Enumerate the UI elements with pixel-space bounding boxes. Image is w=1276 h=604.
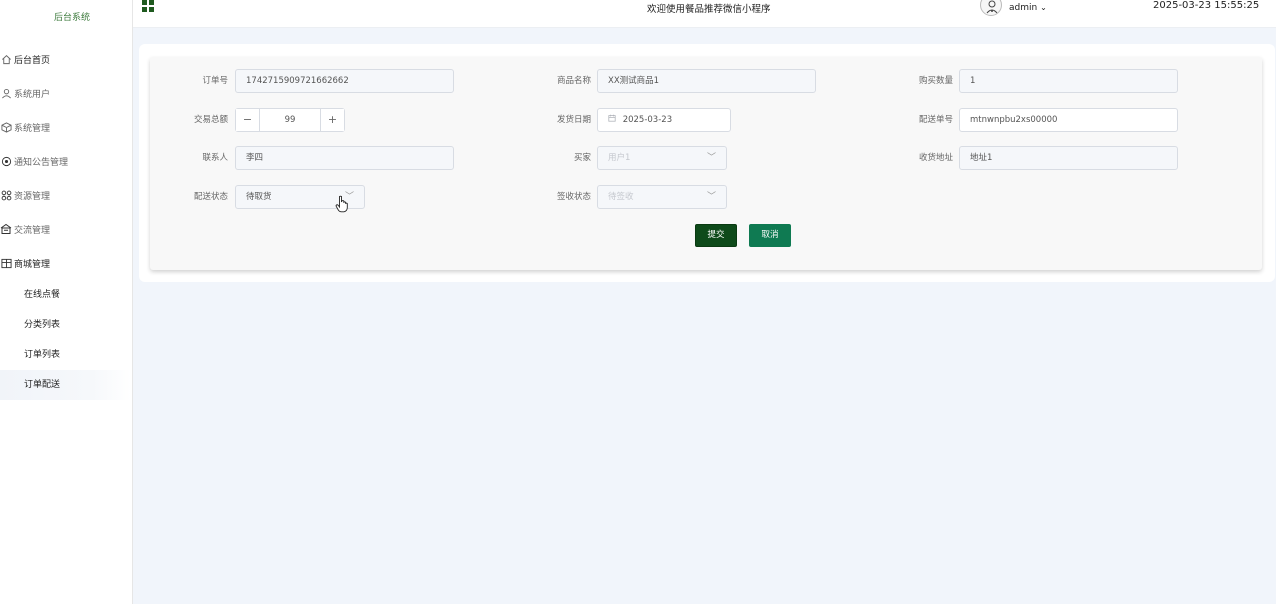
brand-title: 后台系统	[53, 13, 90, 23]
delivery-form: 订单号 1742715909721662662 商品名称 XX测试商品1 购买数…	[150, 57, 1262, 270]
menu-toggle-icon[interactable]	[142, 0, 155, 13]
sidebar-subitem-online-order[interactable]: 在线点餐	[0, 280, 132, 310]
sidebar-item-label: 交流管理	[14, 225, 51, 236]
delivery-status-label: 配送状态	[193, 192, 228, 202]
sidebar-item-label: 系统用户	[14, 89, 51, 100]
total-amount-label: 交易总额	[193, 115, 228, 125]
calendar-icon	[608, 114, 619, 125]
sign-status-label: 签收状态	[556, 192, 591, 202]
contact-input[interactable]: 李四	[235, 146, 454, 170]
sidebar-item-communication-management[interactable]: 交流管理	[0, 212, 132, 246]
current-datetime: 2025-03-23 15:55:25	[1153, 0, 1260, 11]
top-bar: 欢迎使用餐品推荐微信小程序 admin ⌄ 2025-03-23 15:55:2…	[133, 0, 1276, 28]
tracking-no-label: 配送单号	[918, 115, 953, 125]
sidebar-item-resource-management[interactable]: 资源管理	[0, 178, 132, 212]
target-icon	[0, 155, 12, 167]
order-no-input[interactable]: 1742715909721662662	[235, 69, 454, 93]
sidebar-subitem-order-list[interactable]: 订单列表	[0, 340, 132, 370]
delivery-status-value: 待取货	[246, 192, 272, 202]
sidebar-item-system-users[interactable]: 系统用户	[0, 76, 132, 110]
ship-date-value: 2025-03-23	[622, 115, 673, 125]
grid-icon	[0, 189, 12, 201]
decrement-button[interactable]: −	[236, 109, 260, 131]
ship-date-label: 发货日期	[556, 115, 591, 125]
username: admin	[1009, 3, 1038, 13]
user-menu[interactable]: admin ⌄	[1009, 3, 1047, 13]
sign-status-value: 待签收	[608, 192, 634, 202]
sidebar-item-store-management[interactable]: 商城管理	[0, 246, 132, 280]
buyer-label: 买家	[573, 153, 591, 163]
store-icon	[0, 257, 12, 269]
sidebar-item-label: 通知公告管理	[14, 157, 69, 168]
main-content: 订单号 1742715909721662662 商品名称 XX测试商品1 购买数…	[133, 28, 1276, 604]
submit-button[interactable]: 提交	[695, 224, 737, 247]
sidebar-subitem-category-list[interactable]: 分类列表	[0, 310, 132, 340]
increment-button[interactable]: +	[320, 109, 344, 131]
user-icon	[0, 87, 12, 99]
chevron-down-icon: ﹀	[706, 153, 716, 163]
quantity-input[interactable]: 1	[959, 69, 1178, 93]
tracking-no-input[interactable]: mtnwnpbu2xs00000	[959, 108, 1178, 132]
cancel-button[interactable]: 取消	[749, 224, 791, 247]
avatar-icon	[986, 0, 998, 14]
chat-icon	[0, 223, 12, 235]
order-no-label: 订单号	[202, 76, 228, 86]
sidebar-item-label: 商城管理	[14, 259, 51, 270]
total-amount-value[interactable]: 99	[260, 109, 320, 131]
quantity-label: 购买数量	[918, 76, 953, 86]
sidebar-item-label: 后台首页	[14, 55, 51, 66]
address-label: 收货地址	[918, 153, 953, 163]
avatar[interactable]	[980, 0, 1002, 16]
sign-status-select[interactable]: 待签收 ﹀	[597, 185, 727, 209]
sidebar-item-system-management[interactable]: 系统管理	[0, 110, 132, 144]
sidebar-menu: 后台首页 系统用户 系统管理 通知公告管理 资源管理 交流管理 商城管理 在线点…	[0, 42, 132, 400]
ship-date-picker[interactable]: 2025-03-23	[597, 108, 731, 132]
sidebar-item-home[interactable]: 后台首页	[0, 42, 132, 76]
hand-cursor-icon	[335, 195, 348, 213]
chevron-down-icon: ⌄	[1040, 3, 1047, 12]
chevron-down-icon: ﹀	[706, 192, 716, 202]
buyer-value: 用户1	[608, 153, 631, 163]
product-name-input[interactable]: XX测试商品1	[597, 69, 816, 93]
sidebar: 后台系统 后台首页 系统用户 系统管理 通知公告管理 资源管理 交流管理 商城管…	[0, 0, 133, 604]
sidebar-subitem-order-delivery[interactable]: 订单配送	[0, 370, 132, 400]
welcome-text: 欢迎使用餐品推荐微信小程序	[647, 4, 771, 15]
buyer-select[interactable]: 用户1 ﹀	[597, 146, 727, 170]
contact-label: 联系人	[202, 153, 228, 163]
sidebar-item-label: 资源管理	[14, 191, 51, 202]
total-amount-stepper[interactable]: − 99 +	[235, 108, 345, 132]
home-icon	[0, 53, 12, 65]
address-input[interactable]: 地址1	[959, 146, 1178, 170]
sidebar-item-label: 系统管理	[14, 123, 51, 134]
sidebar-item-notice-management[interactable]: 通知公告管理	[0, 144, 132, 178]
product-name-label: 商品名称	[556, 76, 591, 86]
cube-icon	[0, 121, 12, 133]
